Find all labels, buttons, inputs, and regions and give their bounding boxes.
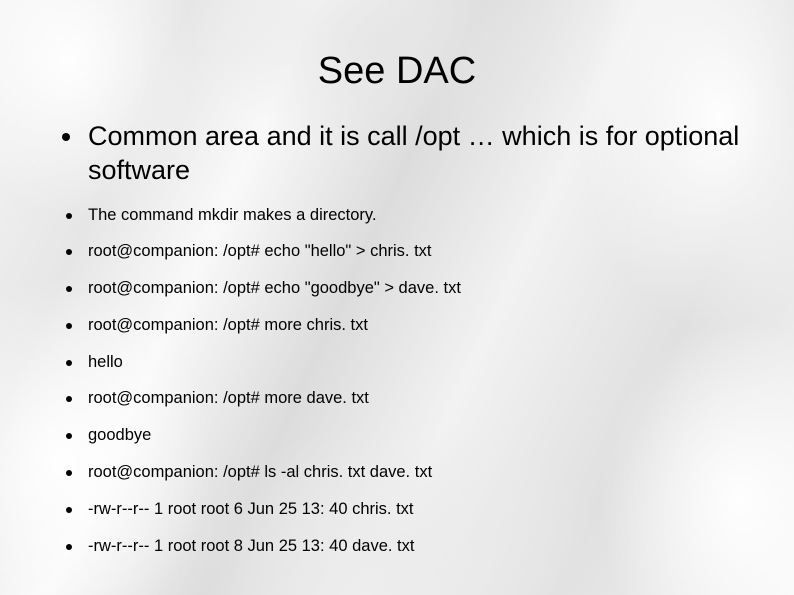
slide-title: See DAC — [0, 50, 794, 93]
bullet-list: Common area and it is call /opt … which … — [48, 120, 774, 556]
list-item: goodbye — [48, 426, 774, 446]
lead-bullet: Common area and it is call /opt … which … — [48, 120, 774, 188]
list-item: -rw-r--r-- 1 root root 6 Jun 25 13: 40 c… — [48, 500, 774, 520]
list-item: hello — [48, 353, 774, 373]
list-item: root@companion: /opt# ls -al chris. txt … — [48, 463, 774, 483]
slide: See DAC Common area and it is call /opt … — [0, 0, 794, 595]
list-item: root@companion: /opt# more dave. txt — [48, 389, 774, 409]
list-item: root@companion: /opt# echo "hello" > chr… — [48, 242, 774, 262]
list-item: root@companion: /opt# echo "goodbye" > d… — [48, 279, 774, 299]
slide-content: Common area and it is call /opt … which … — [48, 120, 774, 573]
list-item: root@companion: /opt# more chris. txt — [48, 316, 774, 336]
list-item: The command mkdir makes a directory. — [48, 206, 774, 226]
list-item: -rw-r--r-- 1 root root 8 Jun 25 13: 40 d… — [48, 537, 774, 557]
